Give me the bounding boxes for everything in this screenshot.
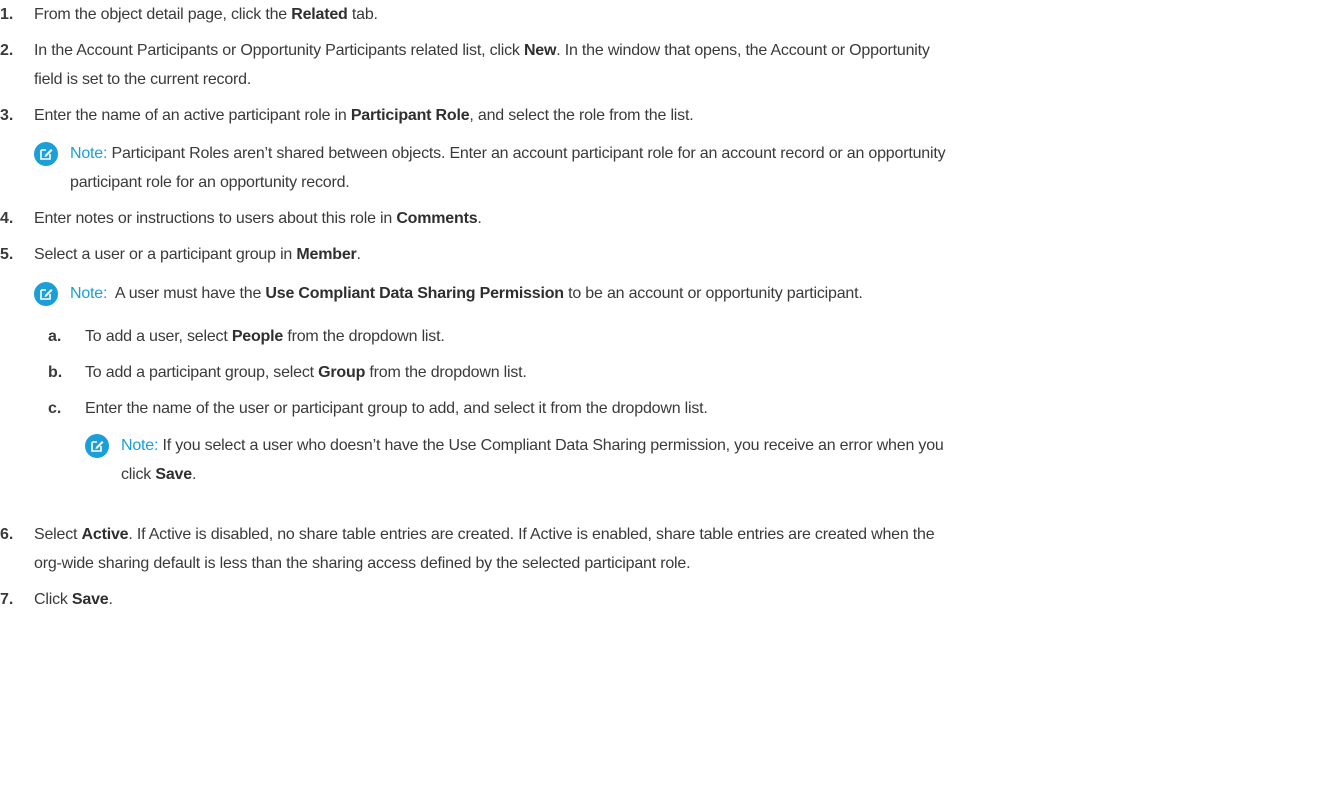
substep-letter: b. [48, 364, 63, 381]
step-text: Enter notes or instructions to users abo… [34, 210, 482, 227]
note-text: Participant Roles aren’t shared between … [111, 145, 946, 162]
step-number: 4. [0, 210, 14, 227]
substep-letter: c. [48, 400, 62, 417]
note-bold-text: Use Compliant Data Sharing Permission [265, 285, 564, 302]
step-text: Click Save. [34, 591, 113, 608]
step-number: 2. [0, 42, 14, 59]
step-text: Enter the name of an active participant … [34, 107, 694, 124]
step-text: Select a user or a participant group in … [34, 246, 361, 263]
note-edit-icon [34, 282, 58, 306]
step-text: org-wide sharing default is less than th… [34, 555, 691, 572]
step-text: Select Active. If Active is disabled, no… [34, 526, 935, 543]
step-number: 7. [0, 591, 14, 608]
step-number: 6. [0, 526, 14, 543]
step-number: 1. [0, 6, 14, 23]
note-text: A user must have the [114, 285, 266, 302]
note-text: click Save. [121, 466, 197, 483]
note-text: participant role for an opportunity reco… [70, 174, 350, 191]
note-edit-icon [34, 142, 58, 166]
substep-text: To add a user, select People from the dr… [85, 328, 445, 345]
note-text: to be an account or opportunity particip… [563, 285, 863, 302]
step-text: From the object detail page, click the R… [34, 6, 378, 23]
note-label: Note: [70, 285, 108, 302]
note-label: Note: [70, 145, 108, 162]
step-text: In the Account Participants or Opportuni… [34, 42, 930, 59]
step-text: field is set to the current record. [34, 71, 252, 88]
note-text: If you select a user who doesn’t have th… [162, 437, 944, 454]
step-number: 5. [0, 246, 14, 263]
step-number: 3. [0, 107, 14, 124]
substep-letter: a. [48, 328, 62, 345]
note-edit-icon [85, 434, 109, 458]
note-label: Note: [121, 437, 159, 454]
procedure-document: 1. From the object detail page, click th… [0, 0, 1317, 803]
substep-text: To add a participant group, select Group… [85, 364, 527, 381]
substep-text: Enter the name of the user or participan… [85, 400, 708, 417]
